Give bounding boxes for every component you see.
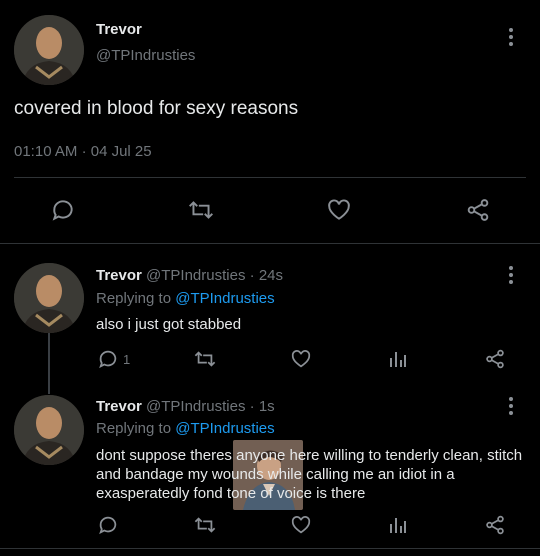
main-author-handle[interactable]: @TPIndrusties: [96, 47, 195, 64]
reply-2-analytics-icon[interactable]: [388, 515, 408, 535]
reply-2-like-icon[interactable]: [290, 514, 312, 536]
reply-2-replying-label: Replying to: [96, 420, 172, 437]
reply-2-author-name[interactable]: Trevor: [96, 398, 142, 415]
reply-1-header: Trevor @TPIndrusties · 24s: [96, 267, 283, 284]
reply-2-age: 1s: [258, 398, 275, 415]
share-icon[interactable]: [465, 197, 491, 223]
main-tweet-time: 01:10 AM: [14, 143, 78, 160]
reply-2-more-icon[interactable]: [503, 396, 519, 416]
main-avatar[interactable]: [14, 15, 84, 85]
thread-connector-line: [48, 332, 50, 394]
reply-1-replying-handle[interactable]: @TPIndrusties: [175, 290, 274, 307]
reply-1-age: 24s: [258, 267, 283, 284]
retweet-icon[interactable]: [187, 197, 215, 223]
main-tweet-date: 04 Jul 25: [90, 143, 152, 160]
reply-1-author-handle[interactable]: @TPIndrusties: [146, 267, 245, 284]
reply-2-header: Trevor @TPIndrusties · 1s: [96, 398, 275, 415]
main-author-name[interactable]: Trevor: [96, 21, 142, 38]
reply-1-replying-to: Replying to @TPIndrusties: [96, 290, 275, 307]
reply-1-reply-count: 1: [123, 352, 131, 367]
reply-1-author-name[interactable]: Trevor: [96, 267, 142, 284]
reply-1-text: also i just got stabbed: [96, 316, 242, 333]
bottom-divider: [0, 548, 540, 549]
like-icon[interactable]: [326, 197, 352, 223]
reply-icon[interactable]: [50, 197, 76, 223]
main-tweet-text: covered in blood for sexy reasons: [14, 98, 299, 119]
timestamp-separator: ·: [81, 143, 91, 160]
reply-2-replying-to: Replying to @TPIndrusties: [96, 420, 275, 437]
main-more-icon[interactable]: [503, 27, 519, 47]
reply-2-avatar[interactable]: [14, 395, 84, 465]
reply-2-replying-handle[interactable]: @TPIndrusties: [175, 420, 274, 437]
reply-1-replying-label: Replying to: [96, 290, 172, 307]
main-action-divider-bottom: [0, 243, 540, 244]
reply-2-author-handle[interactable]: @TPIndrusties: [146, 398, 245, 415]
reply-1-share-icon[interactable]: [484, 348, 506, 370]
reply-1-avatar[interactable]: [14, 263, 84, 333]
reply-1-age-separator: ·: [249, 267, 255, 284]
main-action-divider-top: [14, 177, 526, 178]
reply-1-analytics-icon[interactable]: [388, 349, 408, 369]
reply-2-reply-icon[interactable]: [97, 514, 119, 536]
reply-2-age-separator: ·: [249, 398, 255, 415]
main-tweet-timestamp: 01:10 AM · 04 Jul 25: [14, 143, 152, 160]
reply-1-reply-icon[interactable]: [97, 348, 119, 370]
reply-2-text: dont suppose theres anyone here willing …: [96, 447, 523, 502]
reply-2-share-icon[interactable]: [484, 514, 506, 536]
reply-2-retweet-icon[interactable]: [193, 514, 217, 536]
reply-1-like-icon[interactable]: [290, 348, 312, 370]
reply-1-retweet-icon[interactable]: [193, 348, 217, 370]
reply-1-more-icon[interactable]: [503, 265, 519, 285]
